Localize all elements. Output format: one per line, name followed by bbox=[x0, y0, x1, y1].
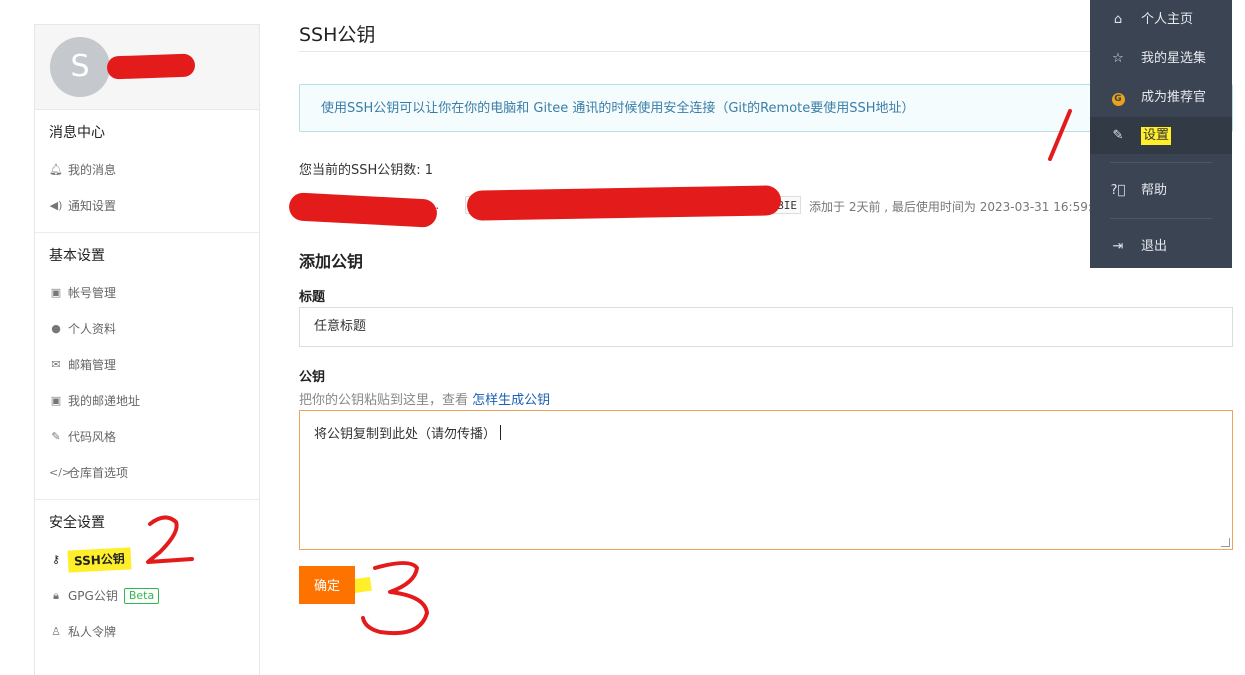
menu-item-help[interactable]: ?⃝ 帮助 bbox=[1090, 171, 1232, 210]
user-icon: ● bbox=[51, 322, 61, 335]
redaction-mark bbox=[466, 185, 782, 221]
menu-item-settings[interactable]: ✎ 设置 bbox=[1090, 117, 1232, 154]
menu-item-label: 个人主页 bbox=[1141, 12, 1194, 27]
code-icon: </> bbox=[49, 466, 72, 479]
help-icon: ?⃝ bbox=[1110, 183, 1126, 198]
envelope-icon: ✉ bbox=[51, 358, 61, 371]
sidebar-item-repo-preferences[interactable]: </> 仓库首选项 bbox=[35, 455, 259, 491]
menu-item-logout[interactable]: ⇥ 退出 bbox=[1090, 227, 1232, 266]
sidebar-item-notification-settings[interactable]: ◀︎) 通知设置 bbox=[35, 188, 259, 224]
public-key-value: 将公钥复制到此处（请勿传播） bbox=[314, 427, 497, 442]
bell-icon: 🔔︎ bbox=[49, 163, 63, 176]
key-hint-text: 把你的公钥粘贴到这里，查看 bbox=[299, 393, 473, 408]
menu-item-label: 帮助 bbox=[1141, 183, 1168, 198]
star-icon: ☆ bbox=[1112, 51, 1124, 66]
annotation-number-3: 3 bbox=[361, 561, 429, 636]
sidebar-item-profile[interactable]: ● 个人资料 bbox=[35, 311, 259, 347]
key-count: 您当前的SSH公钥数: 1 bbox=[299, 163, 434, 178]
token-icon: ♙ bbox=[51, 625, 61, 638]
redaction-mark bbox=[288, 192, 438, 228]
sidebar-section-basic: 基本设置 ▣ 帐号管理 ● 个人资料 ✉ 邮箱管理 ▣ 我的邮递地址 ✎ 代码风… bbox=[35, 233, 259, 500]
key-label: 公钥 bbox=[299, 370, 326, 385]
submit-button[interactable]: 确定 bbox=[299, 566, 355, 604]
redaction-mark bbox=[106, 53, 196, 80]
key-hint: 把你的公钥粘贴到这里，查看 怎样生成公钥 bbox=[299, 389, 550, 408]
sidebar-item-account[interactable]: ▣ 帐号管理 bbox=[35, 275, 259, 311]
section-title: 消息中心 bbox=[49, 125, 105, 141]
sidebar-item-label: 仓库首选项 bbox=[68, 466, 129, 480]
sidebar-item-label: 个人资料 bbox=[68, 322, 117, 336]
sidebar-item-label: 邮箱管理 bbox=[68, 358, 117, 372]
menu-item-referrer[interactable]: G 成为推荐官 bbox=[1090, 78, 1232, 117]
sidebar-item-label: 我的邮递地址 bbox=[68, 394, 141, 408]
address-card-icon: ▣ bbox=[50, 394, 62, 407]
sidebar-section-messages: 消息中心 🔔︎ 我的消息 ◀︎) 通知设置 bbox=[35, 110, 259, 233]
sidebar-item-label: 我的消息 bbox=[68, 163, 117, 177]
sidebar-item-my-messages[interactable]: 🔔︎ 我的消息 bbox=[35, 152, 259, 188]
key-meta: 添加于 2天前 , 最后使用时间为 2023-03-31 16:59:11 bbox=[809, 200, 1108, 214]
page-title: SSH公钥 bbox=[299, 24, 376, 46]
brush-icon: ✎ bbox=[51, 430, 61, 443]
menu-item-label: 成为推荐官 bbox=[1141, 90, 1207, 105]
public-key-textarea[interactable]: 将公钥复制到此处（请勿传播） bbox=[299, 410, 1233, 550]
menu-item-collections[interactable]: ☆ 我的星选集 bbox=[1090, 39, 1232, 78]
sidebar-item-tokens[interactable]: ♙ 私人令牌 bbox=[35, 614, 259, 650]
menu-item-label: 设置 bbox=[1141, 126, 1172, 145]
menu-item-label: 我的星选集 bbox=[1141, 51, 1207, 66]
logout-icon: ⇥ bbox=[1112, 239, 1124, 254]
sidebar-item-email[interactable]: ✉ 邮箱管理 bbox=[35, 347, 259, 383]
sidebar-item-label: 帐号管理 bbox=[68, 286, 117, 300]
sidebar-item-code-style[interactable]: ✎ 代码风格 bbox=[35, 419, 259, 455]
resize-handle[interactable] bbox=[1221, 538, 1230, 547]
key-title-input[interactable]: 任意标题 bbox=[299, 307, 1233, 347]
section-title: 基本设置 bbox=[49, 248, 105, 264]
beta-badge: Beta bbox=[123, 588, 160, 604]
sidebar-item-label: 私人令牌 bbox=[68, 625, 117, 639]
speaker-icon: ◀︎) bbox=[49, 199, 63, 212]
edit-icon: ✎ bbox=[1112, 128, 1124, 143]
key-icon: ⚷ bbox=[51, 553, 61, 566]
sidebar-item-label: SSH公钥 bbox=[67, 547, 132, 573]
sidebar-item-label: 代码风格 bbox=[68, 430, 117, 444]
sidebar-item-label: GPG公钥 bbox=[68, 589, 118, 603]
annotation-number-2: 2 bbox=[146, 515, 194, 564]
avatar[interactable]: S bbox=[50, 37, 110, 97]
gold-coin-icon: G bbox=[1110, 78, 1126, 117]
menu-item-label: 退出 bbox=[1141, 239, 1168, 254]
text-caret bbox=[500, 425, 502, 440]
add-key-heading: 添加公钥 bbox=[299, 252, 364, 271]
home-icon: ⌂ bbox=[1113, 12, 1123, 27]
settings-sidebar: S o 消息中心 🔔︎ 我的消息 ◀︎) 通知设置 基本设置 ▣ 帐号管理 ● … bbox=[34, 24, 260, 675]
sidebar-item-gpg-keys[interactable]: 🔒︎ GPG公钥 Beta bbox=[35, 578, 259, 614]
lock-icon: 🔒︎ bbox=[53, 589, 59, 602]
user-dropdown-menu: ⌂ 个人主页 ☆ 我的星选集 G 成为推荐官 ✎ 设置 ?⃝ 帮助 ⇥ 退出 bbox=[1090, 0, 1232, 268]
title-label: 标题 bbox=[299, 290, 326, 305]
sidebar-item-address[interactable]: ▣ 我的邮递地址 bbox=[35, 383, 259, 419]
annotation-number-1: 1 bbox=[1048, 109, 1072, 161]
menu-divider bbox=[1110, 218, 1212, 219]
id-card-icon: ▣ bbox=[50, 286, 62, 299]
menu-divider bbox=[1110, 162, 1212, 163]
sidebar-item-label: 通知设置 bbox=[68, 199, 117, 213]
menu-item-home[interactable]: ⌂ 个人主页 bbox=[1090, 0, 1232, 39]
profile-card: S o bbox=[35, 25, 259, 110]
ssh-key-row: k.... BIE 添加于 2天前 , 最后使用时间为 2023-03-31 1… bbox=[288, 185, 1107, 228]
how-to-generate-link[interactable]: 怎样生成公钥 bbox=[472, 393, 550, 408]
